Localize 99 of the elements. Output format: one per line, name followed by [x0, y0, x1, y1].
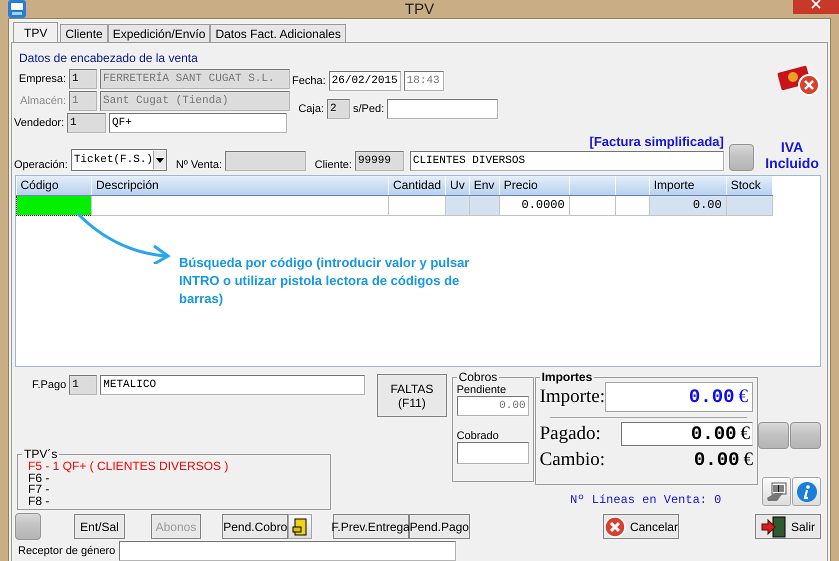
name-field: Sant Cugat (Tienda)	[100, 91, 290, 111]
window-title: TPV	[404, 0, 436, 18]
field-label: F.Pago	[32, 379, 66, 391]
field-label: Nº Venta:	[176, 159, 222, 171]
client-code-field: 99999	[354, 151, 404, 171]
client-name-field: CLIENTES DIVERSOS	[410, 151, 724, 171]
operation-dropdown[interactable]: Ticket(F.S.)	[70, 149, 167, 171]
blank-button[interactable]	[15, 513, 42, 540]
tab[interactable]: TPV	[13, 22, 58, 42]
column-header: Precio	[499, 176, 570, 195]
field-label: Cobrado	[456, 430, 500, 442]
code-field: 1	[67, 113, 106, 133]
group-title: Importes	[540, 370, 594, 384]
field-label: Pendiente	[456, 384, 508, 396]
table-cell	[388, 195, 446, 215]
tpv-item[interactable]: F8 -	[22, 496, 326, 507]
tax-included-label: IVA Incluido	[764, 139, 820, 171]
table-cell	[726, 195, 772, 215]
exit-door-icon	[760, 516, 787, 538]
exit-button[interactable]: Salir	[754, 514, 821, 539]
currency-symbol: €	[744, 449, 753, 471]
search-hint: Búsqueda por código (introducir valor y pulsar INTRO o utilizar pistola lectora de códigos de barras)	[179, 254, 470, 308]
group-title: Cobros	[458, 370, 498, 384]
invoice-type-label: [Factura simplificada]	[588, 134, 724, 149]
column-header: Importe	[649, 176, 726, 195]
close-button[interactable]	[793, 0, 839, 14]
group-title: TPV´s	[23, 447, 58, 461]
table-cell	[446, 195, 470, 215]
close-icon	[811, 0, 821, 9]
currency-symbol: €	[738, 386, 748, 408]
code-field: 1	[69, 375, 98, 395]
toolbar-button[interactable]: Ent/Sal	[74, 514, 125, 539]
collected-field[interactable]	[456, 442, 529, 464]
field-label: Operación:	[14, 159, 68, 171]
code-input-cell[interactable]	[16, 195, 92, 215]
column-header: Descripción	[92, 176, 388, 195]
field-label: s/Ped:	[353, 103, 384, 115]
tpv-item[interactable]: F5 - 1 QF+ ( CLIENTES DIVERSOS )	[22, 461, 326, 472]
column-header: Cantidad	[388, 176, 446, 195]
tax-toggle-button[interactable]	[728, 144, 754, 171]
barcode-scanner-button[interactable]	[762, 477, 791, 506]
app-logo-icon	[8, 0, 26, 18]
paid-field[interactable]: 0.00 €	[621, 422, 753, 446]
field-label: Caja:	[297, 103, 324, 115]
code-field: 1	[69, 69, 97, 89]
blank-button[interactable]	[758, 422, 789, 449]
toolbar-button[interactable]: F.Prev.Entrega	[332, 514, 409, 539]
column-header: Uv	[446, 176, 470, 195]
amount-value: 0.00 €	[692, 449, 753, 471]
cancel-button[interactable]: Cancelar	[602, 514, 679, 539]
faltas-button[interactable]: FALTAS (F11)	[377, 374, 447, 417]
info-button[interactable]	[792, 477, 821, 506]
line-count: Nº Líneas en Venta: 0	[569, 493, 722, 507]
column-header: Stock	[726, 176, 772, 195]
table-cell	[469, 195, 500, 215]
field-label: Empresa:	[18, 73, 66, 85]
table-cell	[569, 195, 616, 215]
toolbar-button[interactable]: Pend.Cobro	[222, 514, 288, 539]
date-field: 26/02/2015	[328, 71, 401, 91]
cancel-icon	[604, 516, 626, 538]
tab[interactable]: Datos Fact. Adicionales	[210, 24, 346, 42]
info-icon	[796, 480, 818, 502]
order-field[interactable]	[387, 99, 498, 119]
tab[interactable]: Cliente	[60, 24, 108, 42]
tpv-item[interactable]: F7 -	[22, 484, 326, 496]
name-field: QF+	[109, 113, 287, 133]
field-label: Vendedor:	[14, 117, 64, 129]
amount-label: Pagado:	[540, 423, 601, 445]
toolbar-button[interactable]: Pend.Pago	[408, 514, 470, 539]
receiver-field[interactable]	[119, 541, 456, 561]
table-cell	[615, 195, 650, 215]
cash-register-field: 2	[327, 99, 350, 119]
tpv-item[interactable]: F6 -	[22, 472, 326, 484]
dropdown-arrow-icon	[156, 158, 164, 162]
card-cancel-icon[interactable]	[777, 63, 821, 97]
cash-drawer-icon	[292, 518, 308, 536]
field-label: Cliente:	[314, 159, 352, 171]
tab[interactable]: Expedición/Envío	[108, 24, 210, 42]
column-header: Código	[16, 176, 92, 195]
field-label: Fecha:	[292, 75, 326, 87]
section-title: Datos de encabezado de la venta	[19, 51, 199, 65]
pending-field: 0.00	[456, 396, 529, 416]
payment-field[interactable]: METALICO	[100, 375, 366, 395]
amount-label: Importe:	[540, 386, 605, 408]
field-label: Receptor de género	[18, 545, 116, 557]
cash-drawer-button[interactable]	[288, 514, 312, 539]
blank-button[interactable]	[790, 422, 821, 449]
amount-value: 0.00 €	[605, 382, 753, 412]
barcode-scanner-icon	[766, 482, 788, 502]
table-cell: 0.00	[649, 195, 726, 215]
hint-arrow-icon	[76, 212, 172, 264]
time-field: 18:43	[404, 71, 444, 91]
amount-label: Cambio:	[540, 449, 606, 471]
code-field: 1	[69, 91, 97, 111]
table-cell: 0.0000	[499, 195, 570, 215]
column-header: Env	[469, 176, 500, 195]
field-label: Almacén:	[19, 95, 66, 107]
name-field: FERRETERÍA SANT CUGAT S.L.	[100, 69, 290, 89]
currency-symbol: €	[740, 423, 750, 445]
